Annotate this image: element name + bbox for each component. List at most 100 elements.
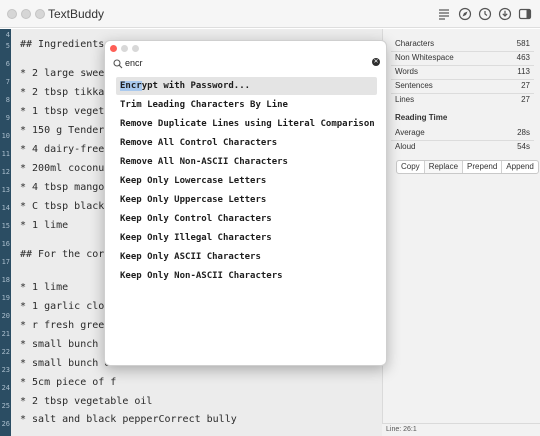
line-number: 22: [1, 348, 10, 356]
title-bar: TextBuddy: [0, 0, 540, 28]
download-icon[interactable]: [498, 7, 512, 21]
stat-characters: Characters 581: [395, 36, 530, 50]
clock-icon[interactable]: [478, 7, 492, 21]
editor-line: * 1 lime: [20, 282, 69, 293]
editor-line: * 4 tbsp mango c: [20, 182, 117, 193]
editor-line: * r fresh green: [20, 320, 111, 331]
command-item[interactable]: Keep Only Non-ASCII Characters: [116, 267, 377, 285]
command-item[interactable]: Remove All Non-ASCII Characters: [116, 153, 377, 171]
window-close-button[interactable]: [7, 9, 17, 19]
editor-line: * 150 g Tenderst: [20, 125, 117, 136]
command-item[interactable]: Keep Only Lowercase Letters: [116, 172, 377, 190]
list-format-icon[interactable]: [437, 7, 451, 21]
command-item[interactable]: Keep Only ASCII Characters: [116, 248, 377, 266]
search-icon: [113, 58, 123, 69]
line-number-gutter: 4 5 6 7 8 9 10 11 12 13 14 15 16 17 18 1…: [0, 29, 11, 436]
stat-value: 113: [517, 66, 530, 76]
command-palette: ✕ Encrypt with Password... Trim Leading …: [104, 40, 387, 366]
line-number: 4: [5, 31, 10, 39]
line-number: 6: [5, 60, 10, 68]
palette-zoom-button: [132, 45, 139, 52]
stats-action-buttons: Copy Replace Prepend Append: [396, 160, 539, 174]
line-number: 8: [5, 96, 10, 104]
stat-sentences: Sentences 27: [395, 78, 530, 92]
stat-label: Sentences: [395, 80, 433, 90]
statistics-sidebar: Characters 581 Non Whitespace 463 Words …: [382, 29, 540, 436]
editor-line: * small bunch of: [20, 358, 117, 369]
command-item-label: ypt with Password...: [141, 81, 251, 91]
editor-line: * 2 tbsp tikka c: [20, 87, 117, 98]
line-number: 5: [5, 42, 10, 50]
stat-label: Average: [395, 127, 425, 137]
window-zoom-button[interactable]: [35, 9, 45, 19]
line-number: 16: [1, 240, 10, 248]
append-button[interactable]: Append: [502, 161, 538, 173]
line-number: 11: [1, 150, 10, 158]
stat-aloud-reading-time: Aloud 54s: [395, 139, 530, 153]
command-item[interactable]: Remove All Control Characters: [116, 134, 377, 152]
window-minimize-button[interactable]: [21, 9, 31, 19]
editor-line: * 2 tbsp vegetable oil: [20, 396, 153, 407]
cursor-position: Line: 26:1: [386, 426, 417, 433]
command-item[interactable]: Keep Only Uppercase Letters: [116, 191, 377, 209]
search-match-highlight: Encr: [120, 81, 142, 91]
stat-lines: Lines 27: [395, 92, 530, 106]
copy-button[interactable]: Copy: [397, 161, 425, 173]
command-item[interactable]: Trim Leading Characters By Line: [116, 96, 377, 114]
editor-line: * 200ml coconut: [20, 163, 111, 174]
sidebar-toggle-icon[interactable]: [518, 7, 532, 21]
editor-line: * C tbsp black o: [20, 201, 117, 212]
stat-label: Non Whitespace: [395, 52, 454, 62]
stat-value: 54s: [517, 141, 530, 151]
command-search-input[interactable]: [125, 57, 365, 69]
line-number: 26: [1, 420, 10, 428]
stat-value: 28s: [517, 127, 530, 137]
stat-label: Words: [395, 66, 418, 76]
line-number: 14: [1, 204, 10, 212]
editor-line: * 1 tbsp vegetab: [20, 106, 117, 117]
line-number: 19: [1, 294, 10, 302]
status-bar: Line: 26:1: [382, 423, 540, 436]
window-title: TextBuddy: [48, 7, 105, 21]
stat-value: 27: [521, 94, 530, 104]
editor-line: * 1 garlic clove: [20, 301, 117, 312]
stat-label: Characters: [395, 38, 435, 48]
line-number: 25: [1, 402, 10, 410]
reading-time-heading: Reading Time: [395, 113, 448, 122]
line-number: 24: [1, 384, 10, 392]
prepend-button[interactable]: Prepend: [463, 161, 503, 173]
stat-value: 463: [516, 52, 530, 62]
editor-line: * 4 dairy-free n: [20, 144, 117, 155]
editor-line: * small bunch of: [20, 339, 117, 350]
compass-icon[interactable]: [458, 7, 472, 21]
line-number: 12: [1, 168, 10, 176]
line-number: 15: [1, 222, 10, 230]
palette-close-button[interactable]: [110, 45, 117, 52]
editor-line: * 1 lime: [20, 220, 69, 231]
line-number: 10: [1, 132, 10, 140]
line-number: 13: [1, 186, 10, 194]
stat-label: Lines: [395, 94, 415, 104]
palette-minimize-button: [121, 45, 128, 52]
command-item[interactable]: Keep Only Control Characters: [116, 210, 377, 228]
command-item[interactable]: Remove Duplicate Lines using Literal Com…: [116, 115, 377, 133]
stat-value: 581: [516, 38, 530, 48]
line-number: 7: [5, 78, 10, 86]
editor-line: * salt and black pepperCorrect bully: [20, 414, 237, 425]
line-number: 17: [1, 258, 10, 266]
stat-average-reading-time: Average 28s: [395, 125, 530, 139]
command-item-encrypt-with-password[interactable]: Encrypt with Password...: [116, 77, 377, 95]
stat-words: Words 113: [395, 64, 530, 78]
line-number: 21: [1, 330, 10, 338]
stat-non-whitespace: Non Whitespace 463: [395, 50, 530, 64]
editor-line: * 5cm piece of f: [20, 377, 117, 388]
editor-line: ## Ingredients: [20, 39, 105, 50]
line-number: 18: [1, 276, 10, 284]
clear-search-icon[interactable]: ✕: [372, 58, 380, 66]
line-number: 23: [1, 366, 10, 374]
stat-label: Aloud: [395, 141, 416, 151]
stat-value: 27: [521, 80, 530, 90]
replace-button[interactable]: Replace: [424, 161, 464, 173]
command-item[interactable]: Keep Only Illegal Characters: [116, 229, 377, 247]
line-number: 9: [5, 114, 10, 122]
